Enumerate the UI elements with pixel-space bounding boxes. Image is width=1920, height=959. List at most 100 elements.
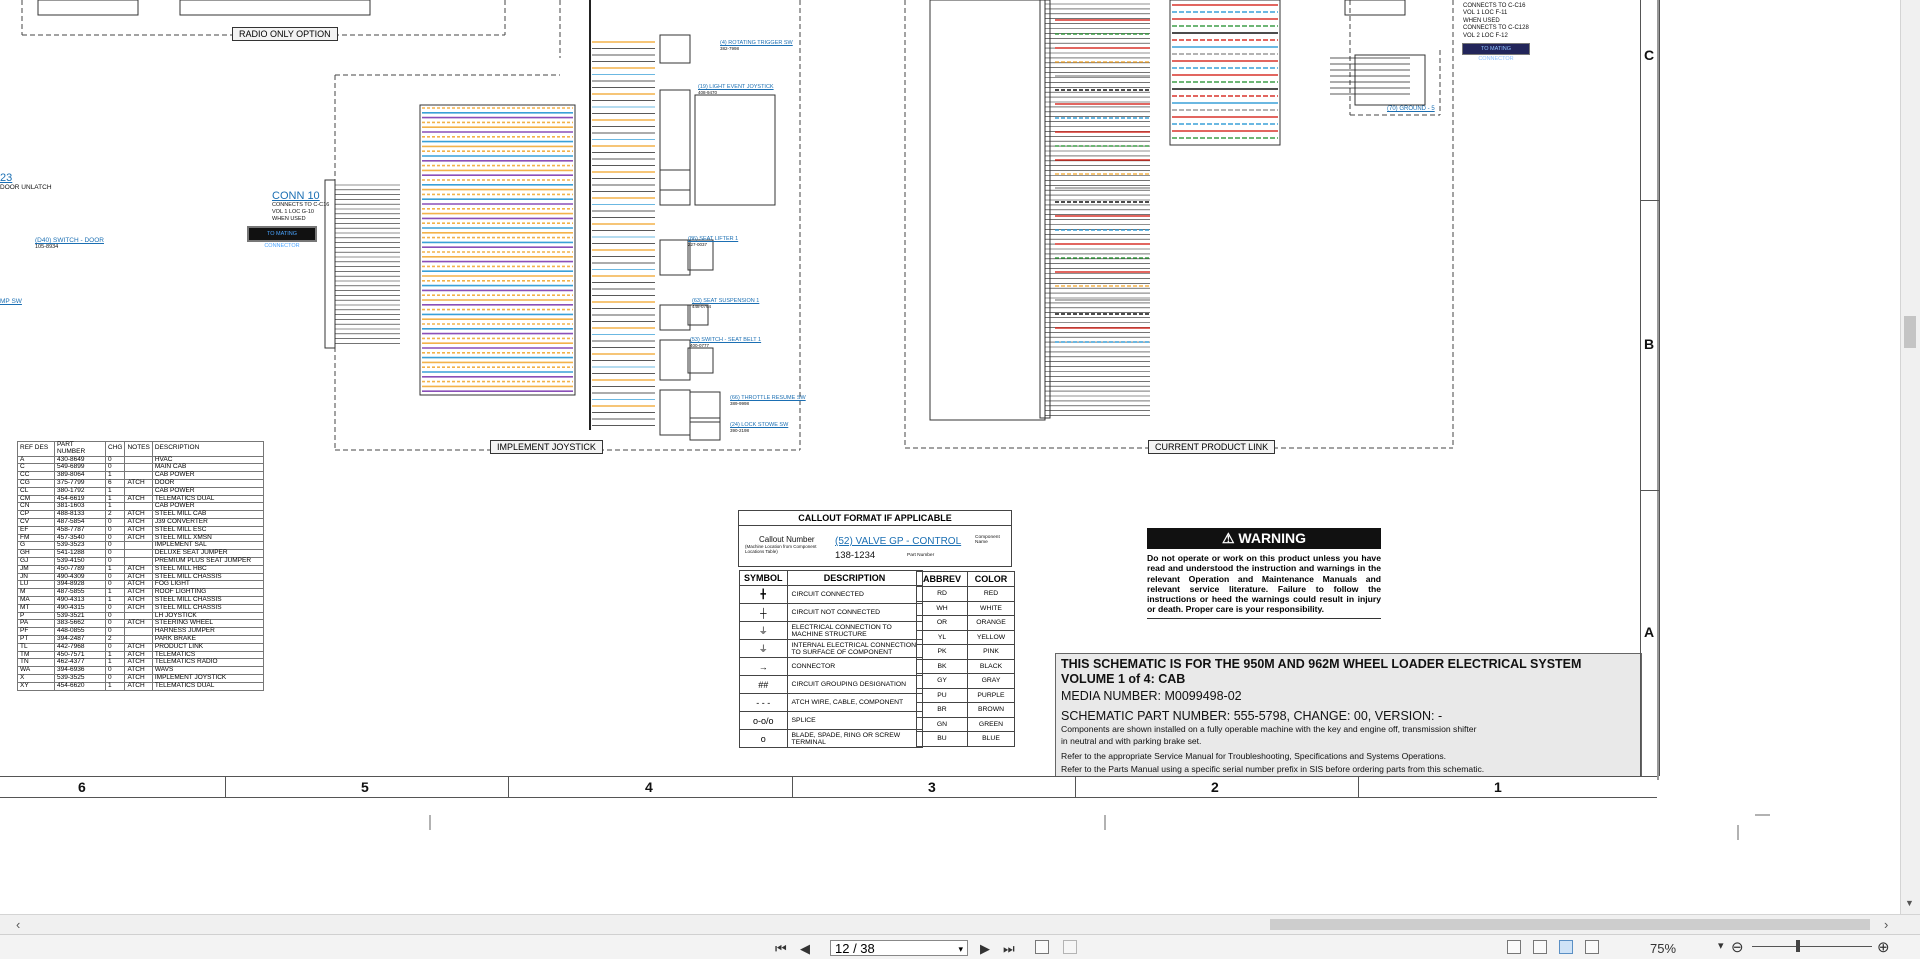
callout-title: CALLOUT FORMAT IF APPLICABLE [739, 511, 1011, 526]
symbol-row: ┼ CIRCUIT NOT CONNECTED [739, 603, 923, 622]
symbol-glyph: → [739, 657, 788, 676]
symbol-description: BLADE, SPADE, RING OR SCREW TERMINAL [786, 729, 923, 748]
color-table-header: ABBREV COLOR [916, 571, 1015, 587]
conn-right-mating-connector[interactable]: TO MATING CONNECTOR [1462, 43, 1530, 62]
continuous-facing-view-icon[interactable] [1585, 940, 1599, 954]
color-name: BROWN [967, 702, 1015, 718]
symbol-row: ⏚ ELECTRICAL CONNECTION TO MACHINE STRUCT… [739, 621, 923, 640]
ref-col-desc: DESCRIPTION [151, 441, 264, 457]
table-row: CM 454-6619 1 ATCH TELEMATICS DUAL [17, 494, 264, 504]
first-page-icon[interactable]: ⏮ [775, 941, 787, 957]
connector-body [659, 304, 691, 331]
radio-connector-box [37, 0, 139, 16]
table-cell: ATCH [124, 564, 153, 574]
color-table-body: RD RED WH WHITE OR ORANGE YL YELLOW PK PINK BK BLAC… [916, 586, 1015, 747]
status-bar: ⏮ ◀ 12 / 38 ▾ ▶ ⏭ 75% ▾ ⊖ ⊕ [0, 934, 1920, 959]
callout-example-link[interactable]: (52) VALVE GP - CONTROL [835, 536, 961, 547]
table-cell: 1 [104, 681, 126, 691]
next-page-icon[interactable]: ▶ [980, 941, 990, 957]
warning-header: ⚠ WARNING [1147, 528, 1381, 549]
ruler-col-3: 3 [928, 779, 936, 795]
title-line-2: VOLUME 1 of 4: CAB [1061, 672, 1186, 686]
facing-view-icon[interactable] [1559, 940, 1573, 954]
table-cell: ATCH [124, 681, 153, 691]
page-dropdown-icon[interactable]: ▾ [958, 941, 963, 957]
component-part: 389-9998 [730, 401, 750, 406]
title-note-3: Refer to the appropriate Service Manual … [1061, 751, 1447, 761]
single-page-view-icon[interactable] [1507, 940, 1521, 954]
continuous-view-icon[interactable] [1533, 940, 1547, 954]
ruler-col-1: 1 [1494, 779, 1502, 795]
table-cell: TELEMATICS DUAL [151, 681, 264, 691]
conn10-mating-connector[interactable]: TO MATING CONNECTOR [247, 226, 317, 249]
table-cell [124, 549, 153, 558]
table-cell: CL [17, 486, 55, 496]
scroll-right-icon[interactable]: › [1884, 917, 1888, 932]
zoom-out-icon[interactable]: ⊖ [1731, 938, 1744, 956]
color-abbrev: GY [916, 673, 968, 689]
seat-belt-box [687, 347, 714, 374]
table-cell: 0 [104, 603, 126, 613]
scroll-left-icon[interactable]: ‹ [16, 917, 20, 932]
mp-sw-link[interactable]: MP SW [0, 298, 22, 305]
lock-stowe-box [689, 417, 721, 441]
last-page-icon[interactable]: ⏭ [1003, 941, 1015, 957]
conn10-title[interactable]: CONN 10 [272, 190, 320, 202]
title-note-4: Refer to the Parts Manual using a specif… [1061, 764, 1485, 774]
zoom-slider-thumb[interactable] [1796, 940, 1800, 952]
symbol-row: - - - ATCH WIRE, CABLE, COMPONENT [739, 693, 923, 712]
color-row: GN GREEN [916, 716, 1015, 732]
table-cell [124, 541, 153, 551]
color-row: PK PINK [916, 644, 1015, 660]
color-row: BK BLACK [916, 658, 1015, 674]
symbol-glyph: ⏚ [739, 639, 788, 658]
conn10-info: CONNECTS TO C-C16 VOL 1 LOC G-10 WHEN US… [272, 202, 329, 223]
zoom-dropdown-icon[interactable]: ▾ [1718, 939, 1724, 952]
color-name: GRAY [967, 673, 1015, 689]
go-back-view-icon[interactable] [1035, 940, 1049, 954]
color-row: WH WHITE [916, 600, 1015, 616]
callout-part-number-label: Part Number [907, 553, 935, 558]
color-abbrev: PK [916, 644, 968, 660]
horizontal-scrollbar[interactable]: ‹ › [0, 914, 1920, 935]
left-cut-number[interactable]: 23 [0, 172, 12, 184]
horizontal-scroll-thumb[interactable] [1270, 919, 1870, 930]
table-cell: ATCH [124, 533, 153, 543]
vertical-scroll-thumb[interactable] [1904, 316, 1916, 348]
table-row: PF 448-0855 0 HARNESS JUMPER [17, 627, 264, 636]
symbol-description: INTERNAL ELECTRICAL CONNECTION TO SURFAC… [786, 639, 923, 658]
table-cell: 1 [104, 486, 126, 496]
table-cell: ATCH [124, 603, 153, 613]
section-label-radio-only: RADIO ONLY OPTION [232, 27, 338, 41]
table-cell: ATCH [124, 642, 153, 652]
table-row: CG 375-7799 6 ATCH DOOR [17, 478, 264, 488]
table-cell [124, 627, 153, 636]
zoom-in-icon[interactable]: ⊕ [1877, 938, 1890, 956]
symbol-table: SYMBOL DESCRIPTION ╋ CIRCUIT CONNECTED ┼ CI… [739, 570, 923, 748]
zoom-level[interactable]: 75% [1650, 941, 1676, 956]
previous-page-icon[interactable]: ◀ [800, 941, 810, 957]
scroll-down-icon[interactable]: ▼ [1905, 898, 1914, 908]
color-name: YELLOW [967, 629, 1015, 645]
vertical-scrollbar[interactable]: ▼ [1900, 0, 1920, 914]
ground-splice-box [1354, 54, 1426, 106]
section-label-implement-joystick: IMPLEMENT JOYSTICK [490, 440, 603, 454]
table-cell: 450-7789 [54, 564, 106, 574]
zoom-slider-track[interactable] [1752, 946, 1872, 947]
ref-col-refdes: REF DES [17, 441, 55, 457]
left-cut-label: DOOR UNLATCH [0, 184, 52, 191]
symbol-glyph: ╋ [739, 585, 788, 604]
door-switch-link[interactable]: (D40) SWITCH - DOOR [35, 237, 104, 244]
table-row: TL 442-7968 0 ATCH PRODUCT LINK [17, 642, 264, 652]
table-row: CL 380-1792 1 CAB POWER [17, 486, 264, 496]
ruler-row-b: B [1644, 336, 1655, 352]
symbol-col-symbol: SYMBOL [739, 570, 788, 586]
table-cell: STEEL MILL HBC [151, 564, 264, 574]
table-cell: PRODUCT LINK [151, 642, 264, 652]
symbol-row: o-o/o SPLICE [739, 711, 923, 730]
page-number-input[interactable]: 12 / 38 ▾ [830, 940, 968, 956]
component-part: 400-0777 [690, 343, 710, 348]
warning-body: Do not operate or work on this product u… [1147, 553, 1381, 615]
go-forward-view-icon[interactable] [1063, 940, 1077, 954]
ground-link[interactable]: (70) GROUND - 5 [1387, 106, 1435, 112]
